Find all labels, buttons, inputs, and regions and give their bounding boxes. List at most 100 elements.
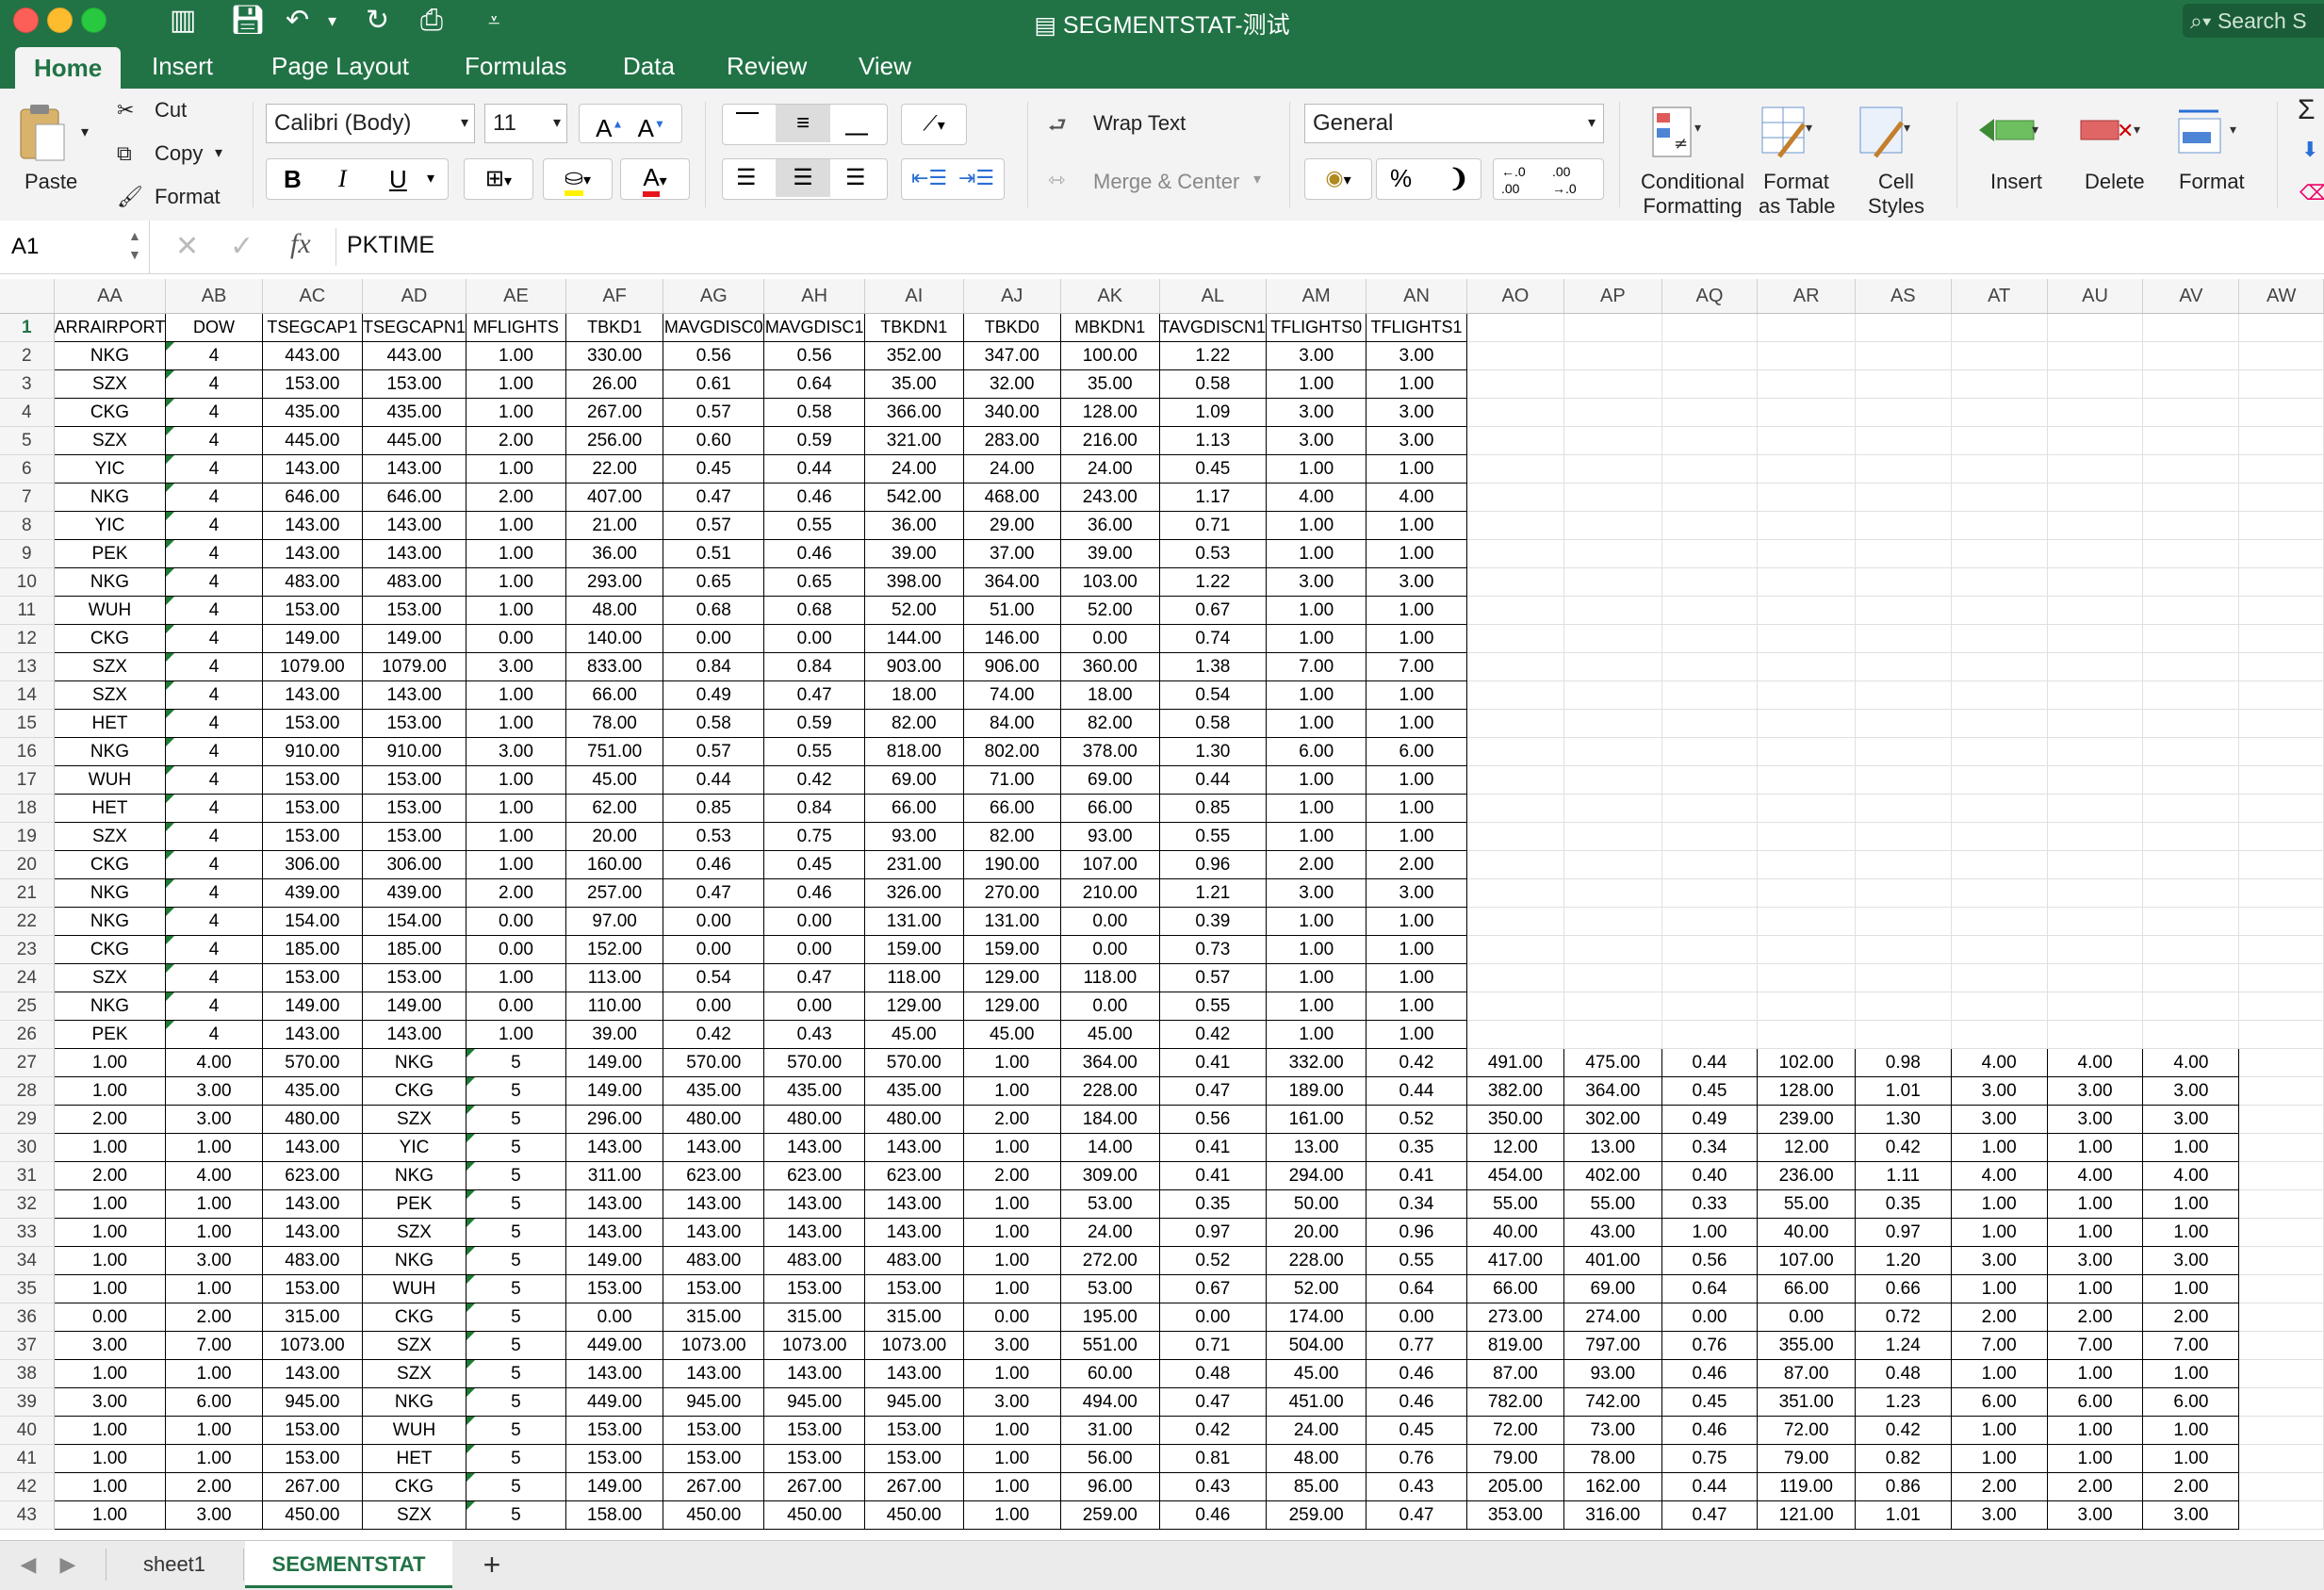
empty-cell[interactable]: [1854, 765, 1952, 795]
empty-cell[interactable]: [2238, 794, 2324, 823]
cell[interactable]: WUH: [53, 596, 167, 625]
empty-cell[interactable]: [1465, 907, 1565, 936]
cell[interactable]: 0.39: [1158, 907, 1268, 936]
cell[interactable]: SZX: [361, 1218, 467, 1247]
cell[interactable]: 1.00: [466, 567, 566, 597]
cell[interactable]: 315.00: [763, 1303, 866, 1332]
cell[interactable]: 3.00: [2142, 1105, 2240, 1134]
cell[interactable]: 1.00: [962, 1189, 1061, 1219]
cell[interactable]: 0.00: [466, 935, 566, 964]
cell[interactable]: 315.00: [864, 1303, 964, 1332]
cell[interactable]: 439.00: [261, 878, 363, 908]
cell[interactable]: 3.00: [165, 1105, 263, 1134]
cell[interactable]: 0.57: [1158, 963, 1268, 992]
cell[interactable]: 1.00: [1266, 680, 1367, 710]
empty-cell[interactable]: [2046, 624, 2144, 653]
cell[interactable]: 1073.00: [763, 1331, 866, 1360]
cell[interactable]: 0.58: [663, 709, 765, 738]
empty-cell[interactable]: [1757, 369, 1856, 399]
cell[interactable]: 272.00: [1059, 1246, 1160, 1275]
cell[interactable]: 0.47: [1366, 1500, 1467, 1530]
empty-cell[interactable]: [2046, 539, 2144, 568]
cell[interactable]: 0.43: [1366, 1472, 1467, 1501]
cell[interactable]: 623.00: [864, 1161, 964, 1190]
cell[interactable]: SZX: [53, 369, 167, 399]
cell[interactable]: 0.00: [663, 624, 765, 653]
cell[interactable]: 0.45: [1661, 1076, 1759, 1106]
cell[interactable]: 1.00: [1366, 596, 1467, 625]
cell[interactable]: 1.00: [1366, 935, 1467, 964]
align-bottom-icon[interactable]: ⎽: [845, 105, 868, 142]
cell[interactable]: 0.47: [1158, 1387, 1268, 1417]
cell[interactable]: 435.00: [361, 398, 467, 427]
empty-cell[interactable]: [2238, 737, 2324, 766]
cell[interactable]: 0.57: [663, 511, 765, 540]
cell[interactable]: 66.00: [864, 794, 964, 823]
cell[interactable]: 0.42: [1854, 1133, 1952, 1162]
cell[interactable]: 4.00: [2142, 1161, 2240, 1190]
cell[interactable]: 153.00: [261, 709, 363, 738]
cell[interactable]: 18.00: [1059, 680, 1160, 710]
cell[interactable]: 1.00: [2142, 1133, 2240, 1162]
empty-cell[interactable]: [1661, 935, 1759, 964]
empty-cell[interactable]: [1854, 794, 1952, 823]
empty-cell[interactable]: [2238, 313, 2324, 342]
cell[interactable]: 1.22: [1158, 341, 1268, 370]
empty-cell[interactable]: [1661, 426, 1759, 455]
empty-cell[interactable]: [1950, 511, 2048, 540]
cell[interactable]: 36.00: [864, 511, 964, 540]
cell[interactable]: 1.00: [1950, 1444, 2048, 1473]
cell[interactable]: 1.21: [1158, 878, 1268, 908]
empty-cell[interactable]: [2142, 483, 2240, 512]
empty-cell[interactable]: [1757, 454, 1856, 484]
cell[interactable]: 445.00: [261, 426, 363, 455]
cell[interactable]: 5: [466, 1416, 566, 1445]
cell[interactable]: 1.00: [165, 1274, 263, 1303]
cell[interactable]: 0.46: [1366, 1387, 1467, 1417]
cell[interactable]: 51.00: [962, 596, 1061, 625]
empty-cell[interactable]: [1563, 341, 1662, 370]
empty-cell[interactable]: [1661, 369, 1759, 399]
cell[interactable]: 0.59: [763, 709, 866, 738]
function-icon[interactable]: fx: [290, 228, 311, 260]
cell[interactable]: 0.46: [763, 539, 866, 568]
empty-cell[interactable]: [2238, 1189, 2324, 1219]
cell[interactable]: 184.00: [1059, 1105, 1160, 1134]
cell[interactable]: 4: [165, 341, 263, 370]
cell[interactable]: 143.00: [261, 539, 363, 568]
cell[interactable]: 6.00: [2142, 1387, 2240, 1417]
empty-cell[interactable]: [2046, 454, 2144, 484]
cell[interactable]: 0.45: [663, 454, 765, 484]
cell[interactable]: 742.00: [1563, 1387, 1662, 1417]
cell[interactable]: 1.00: [962, 1500, 1061, 1530]
cell[interactable]: 267.00: [864, 1472, 964, 1501]
empty-cell[interactable]: [2046, 907, 2144, 936]
cell[interactable]: 2.00: [962, 1161, 1061, 1190]
cell[interactable]: 153.00: [565, 1416, 664, 1445]
cell[interactable]: 1.00: [1266, 539, 1367, 568]
cell[interactable]: 100.00: [1059, 341, 1160, 370]
cell[interactable]: 20.00: [565, 822, 664, 851]
cell[interactable]: 3.00: [2046, 1500, 2144, 1530]
cell[interactable]: 140.00: [565, 624, 664, 653]
cell[interactable]: 451.00: [1266, 1387, 1367, 1417]
empty-cell[interactable]: [1661, 454, 1759, 484]
empty-cell[interactable]: [1661, 341, 1759, 370]
cell[interactable]: 0.45: [1661, 1387, 1759, 1417]
cell[interactable]: 2.00: [165, 1472, 263, 1501]
cell[interactable]: 4.00: [1266, 483, 1367, 512]
cell[interactable]: 143.00: [763, 1189, 866, 1219]
empty-cell[interactable]: [1854, 596, 1952, 625]
cell[interactable]: 143.00: [864, 1133, 964, 1162]
cell[interactable]: 1.00: [466, 963, 566, 992]
cell[interactable]: 0.71: [1158, 1331, 1268, 1360]
merge-icon[interactable]: ⇿: [1048, 168, 1065, 192]
cell[interactable]: 0.44: [1158, 765, 1268, 795]
cell[interactable]: 1.00: [1266, 907, 1367, 936]
cell[interactable]: 143.00: [261, 511, 363, 540]
cell[interactable]: 154.00: [261, 907, 363, 936]
cell[interactable]: 6.00: [1266, 737, 1367, 766]
format-cells-icon[interactable]: ▾: [2175, 106, 2241, 160]
cell[interactable]: 0.42: [1158, 1020, 1268, 1049]
cell[interactable]: PEK: [53, 1020, 167, 1049]
